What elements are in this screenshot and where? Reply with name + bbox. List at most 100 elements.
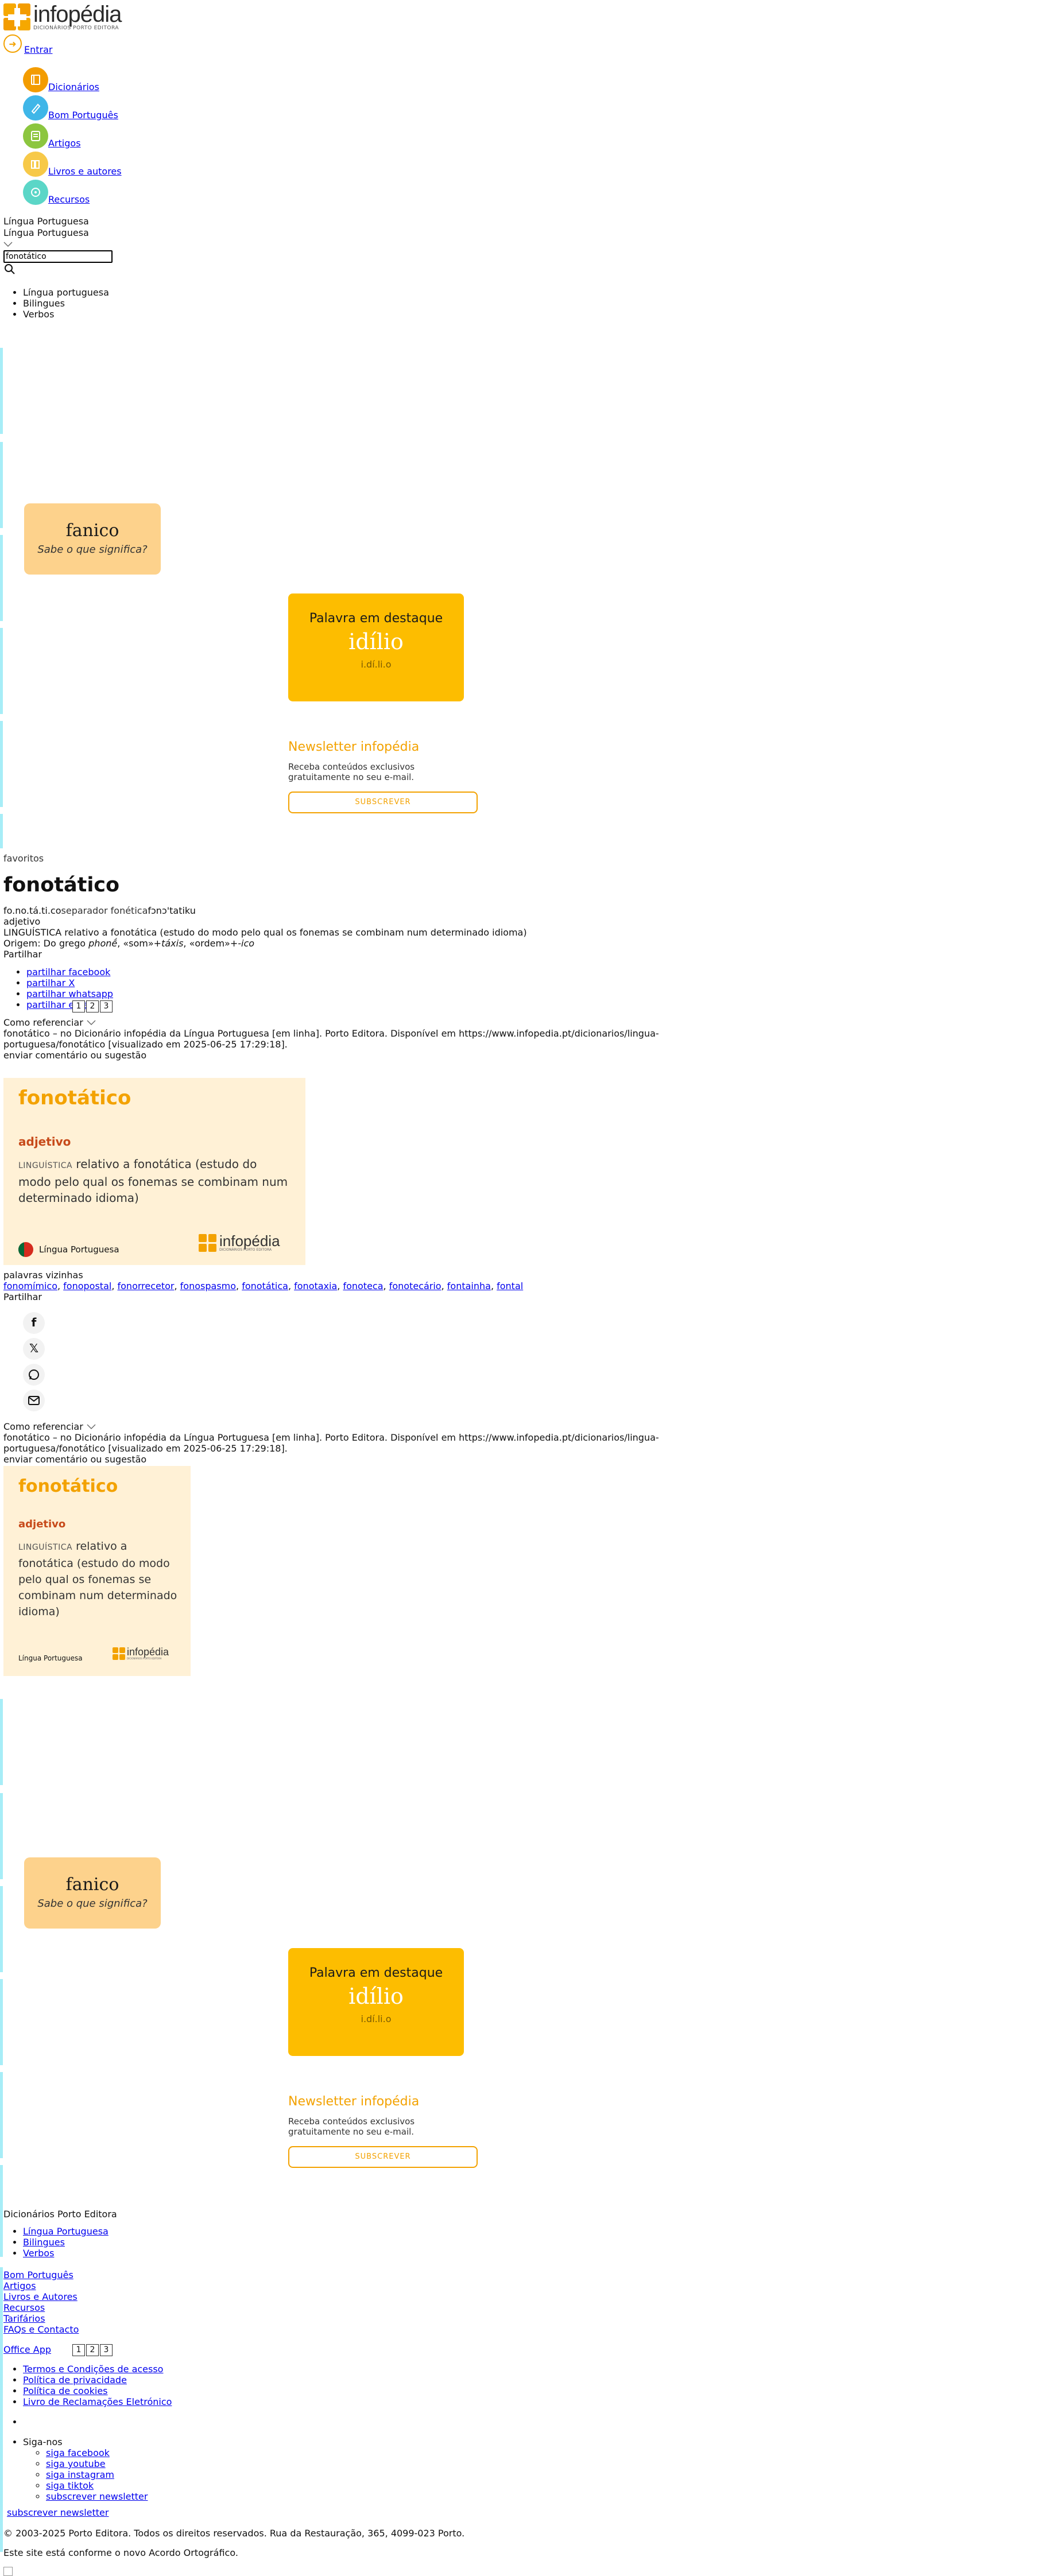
pager-item[interactable]: 2 [86, 2344, 99, 2356]
footer-link-recursos[interactable]: Recursos [3, 2302, 45, 2313]
nav-link-recursos[interactable]: Recursos [48, 194, 90, 205]
fanico-card[interactable]: fanico Sabe o que significa? [24, 1857, 161, 1929]
footer-link-verbos[interactable]: Verbos [23, 2248, 54, 2259]
scope-lingua-portuguesa[interactable]: Língua portuguesa [23, 287, 109, 298]
share-icon-item [23, 1387, 45, 1413]
card-brand-name: infopédia [127, 1646, 169, 1658]
follow-youtube-link[interactable]: siga youtube [46, 2458, 106, 2469]
newsletter-title: Newsletter infopédia [288, 2094, 420, 2109]
card-language: Língua Portuguesa [18, 1242, 119, 1257]
neighbor-word[interactable]: fonopostal [63, 1281, 111, 1291]
share-whatsapp-item: partilhar whatsapp [26, 988, 692, 999]
footer-link-bom-portugues[interactable]: Bom Português [3, 2269, 73, 2280]
follow-instagram-link[interactable]: siga instagram [46, 2469, 114, 2480]
scope-bilingues[interactable]: Bilingues [23, 298, 109, 309]
neighbor-word[interactable]: fonotaxia [294, 1281, 337, 1291]
nav-item-recursos[interactable]: Recursos [23, 177, 344, 205]
x-icon[interactable]: 𝕏 [23, 1337, 45, 1360]
follow-facebook-link[interactable]: siga facebook [46, 2447, 110, 2458]
feedback-link[interactable]: enviar comentário ou sugestão [3, 1050, 692, 1061]
cite-toggle-2[interactable]: Como referenciar [3, 1421, 750, 1432]
nav-link-artigos[interactable]: Artigos [48, 138, 81, 149]
neighbor-word[interactable]: fontal [497, 1281, 523, 1291]
footer-link-privacidade[interactable]: Política de privacidade [23, 2375, 127, 2385]
favorites-icon[interactable]: favoritos [3, 853, 692, 864]
footer-link-termos[interactable]: Termos e Condições de acesso [23, 2364, 163, 2375]
citation-line-2: portuguesa/fonotático [visualizado em 20… [3, 1039, 288, 1050]
chevron-down-icon[interactable] [3, 239, 113, 250]
entry-share-card-small: fonotático adjetivo LINGUÍSTICA relativo… [3, 1466, 191, 1676]
nav-item-livros-autores[interactable]: Livros e autores [23, 149, 344, 177]
newsletter-box: Newsletter infopédia Receba conteúdos ex… [288, 2096, 478, 2168]
nav-item-artigos[interactable]: Artigos [23, 121, 344, 149]
pager-item[interactable]: 1 [72, 2344, 85, 2356]
newsletter-subscribe-button[interactable]: SUBSCREVER [288, 792, 478, 813]
nav-link-dicionarios[interactable]: Dicionários [48, 82, 99, 92]
origin-gloss: , «ordem»+ [183, 938, 238, 949]
newsletter-subscribe-button[interactable]: SUBSCREVER [288, 2146, 478, 2168]
nav-link-livros-autores[interactable]: Livros e autores [48, 166, 122, 177]
whatsapp-icon[interactable] [23, 1363, 45, 1386]
neighbor-word[interactable]: fonorrecetor [118, 1281, 175, 1291]
ad-stripe [0, 348, 3, 434]
site-logo[interactable]: infopédia DICIONÁRIOS PORTO EDITORA [3, 3, 122, 31]
footer-link-tarifarios[interactable]: Tarifários [3, 2313, 45, 2324]
facebook-icon[interactable]: f [23, 1312, 45, 1334]
cite-toggle[interactable]: Como referenciar [3, 1017, 692, 1028]
highlight-title: Palavra em destaque [309, 1966, 443, 1980]
origin-term: táxis [161, 938, 184, 949]
highlight-word-card[interactable]: Palavra em destaque idílio i.dí.li.o [288, 1948, 464, 2056]
ad-stripe [0, 1699, 3, 1785]
share-facebook-item: partilhar facebook [26, 967, 692, 977]
pager-item[interactable]: 3 [100, 2344, 113, 2356]
feedback-link-2[interactable]: enviar comentário ou sugestão [3, 1454, 750, 1465]
ad-stripe [0, 814, 3, 848]
footer-link-office-app[interactable]: Office App [3, 2344, 51, 2355]
neighbor-word[interactable]: fonospasmo [180, 1281, 236, 1291]
newsletter-desc-1: Receba conteúdos exclusivos [288, 2116, 415, 2127]
footer-link-lingua-portuguesa[interactable]: Língua Portuguesa [23, 2226, 109, 2237]
neighbor-word[interactable]: fonomímico [3, 1281, 57, 1291]
syllables: fo.no.tá.ti.co [3, 905, 61, 916]
footer-link-livros-autores[interactable]: Livros e Autores [3, 2291, 78, 2302]
share-whatsapp-link[interactable]: partilhar whatsapp [26, 988, 113, 999]
login-icon[interactable]: ➜ [3, 34, 22, 53]
follow-tiktok-link[interactable]: siga tiktok [46, 2480, 94, 2491]
footer-subscribe-link[interactable]: subscrever newsletter [7, 2507, 109, 2518]
newsletter-desc-2: gratuitamente no seu e-mail. [288, 772, 415, 782]
dictionary-select[interactable]: Língua Portuguesa [3, 227, 113, 239]
footer-link-cookies[interactable]: Política de cookies [23, 2385, 108, 2396]
scope-verbos[interactable]: Verbos [23, 309, 109, 320]
footer-link-bilingues[interactable]: Bilingues [23, 2237, 65, 2248]
share-facebook-link[interactable]: partilhar facebook [26, 967, 110, 977]
footer-other-links: Bom Português Artigos Livros e Autores R… [3, 2269, 79, 2335]
neighbor-word[interactable]: fontainha [447, 1281, 491, 1291]
fanico-word: fanico [65, 521, 119, 541]
pager-item[interactable]: 3 [100, 1000, 113, 1012]
search-input[interactable] [3, 250, 113, 263]
nav-item-dicionarios[interactable]: Dicionários [23, 64, 344, 92]
pager-item[interactable]: 1 [72, 1000, 85, 1012]
card-domain: LINGUÍSTICA [18, 1161, 73, 1170]
nav-link-bom-portugues[interactable]: Bom Português [48, 110, 118, 121]
cite-label-2: Como referenciar [3, 1421, 83, 1432]
broken-image-icon [3, 2567, 13, 2576]
pager-item[interactable]: 2 [86, 1000, 99, 1012]
highlight-word-card[interactable]: Palavra em destaque idílio i.dí.li.o [288, 593, 464, 701]
share-x-link[interactable]: partilhar X [26, 977, 75, 988]
neighbor-word[interactable]: fonotecário [389, 1281, 441, 1291]
email-icon[interactable] [23, 1389, 45, 1411]
nav-item-bom-portugues[interactable]: Bom Português [23, 92, 344, 121]
footer-link-artigos[interactable]: Artigos [3, 2280, 36, 2291]
footer-link-reclamacoes[interactable]: Livro de Reclamações Eletrónico [23, 2396, 172, 2407]
neighbor-word[interactable]: fonotática [242, 1281, 288, 1291]
login-link[interactable]: Entrar [24, 44, 52, 55]
logo-mark-icon [199, 1234, 217, 1252]
footer-link-faqs[interactable]: FAQs e Contacto [3, 2324, 79, 2335]
neighbor-word[interactable]: fonoteca [343, 1281, 383, 1291]
follow-newsletter-link[interactable]: subscrever newsletter [46, 2491, 148, 2502]
card-category: adjetivo [18, 1518, 66, 1530]
follow-item: siga instagram [46, 2469, 172, 2480]
search-icon[interactable] [3, 263, 113, 278]
fanico-card[interactable]: fanico Sabe o que significa? [24, 503, 161, 575]
